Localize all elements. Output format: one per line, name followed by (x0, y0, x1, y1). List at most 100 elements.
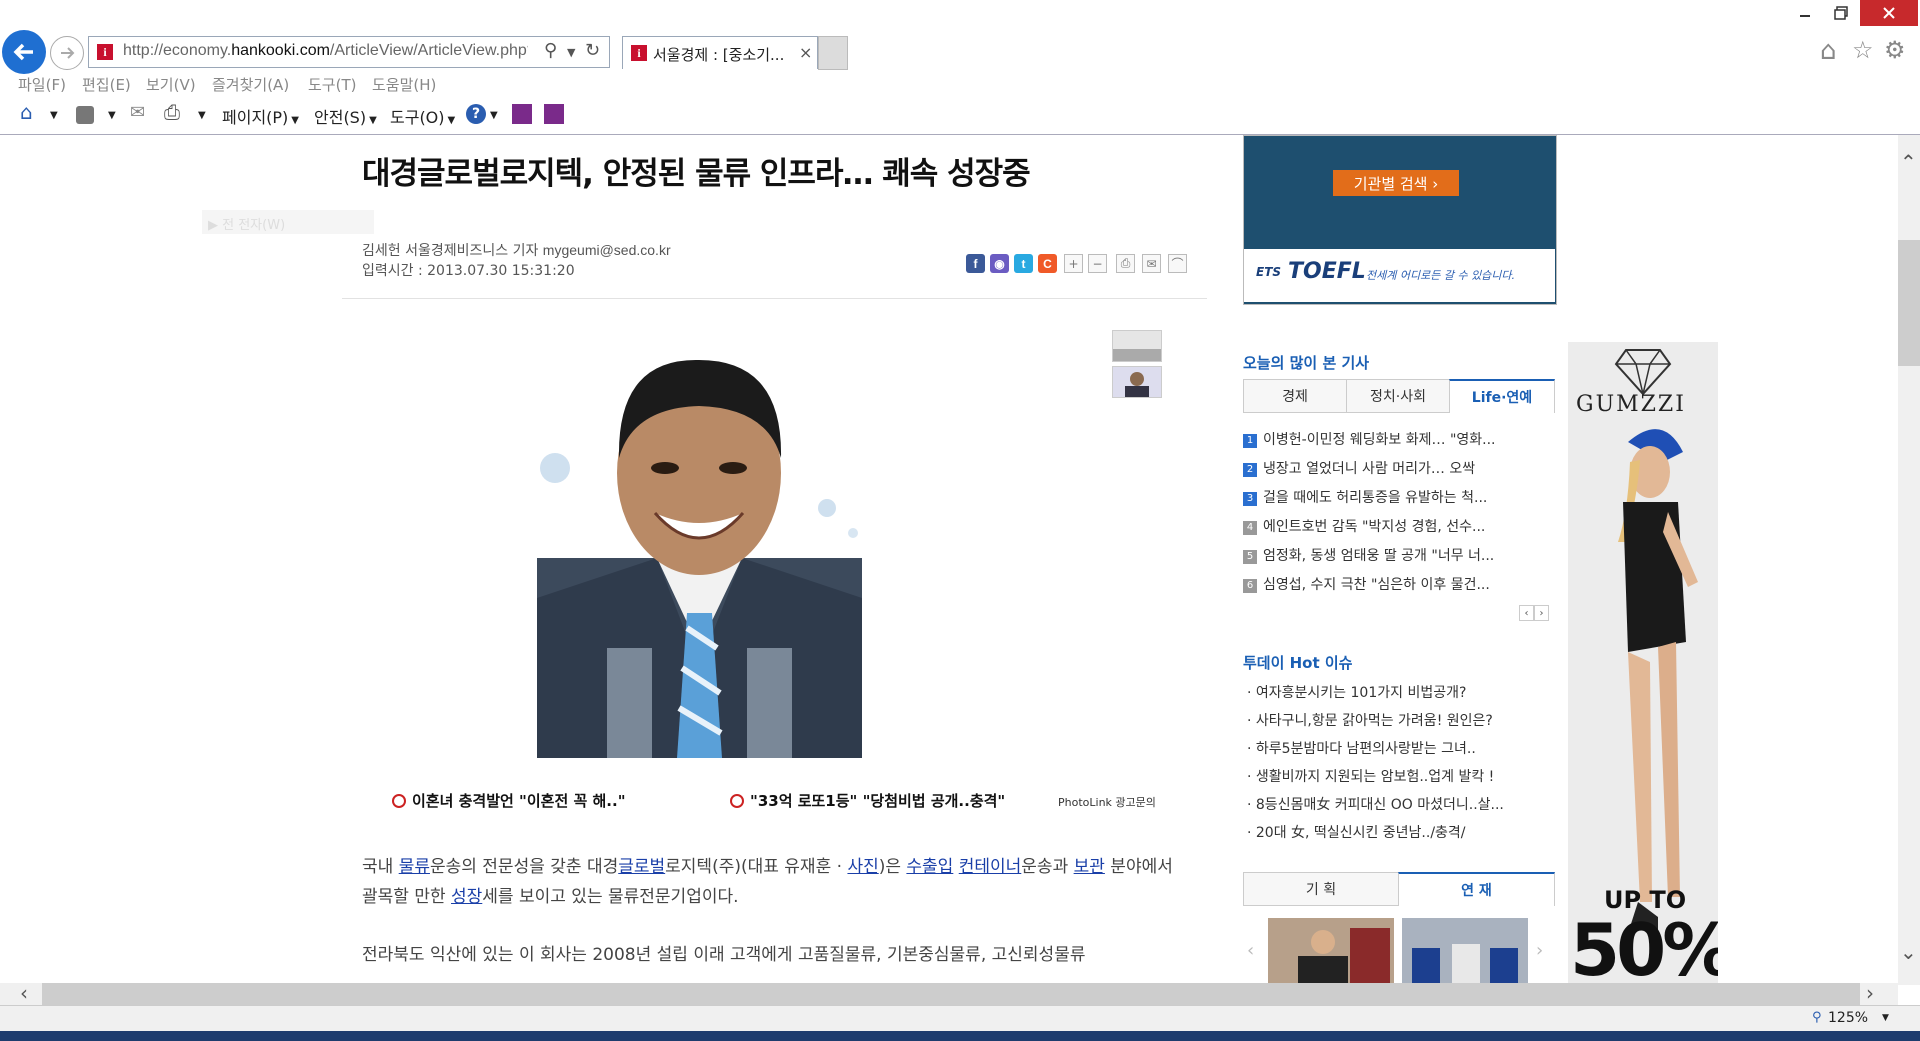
keyword-link-logistics[interactable]: 물류 (399, 857, 430, 877)
toefl-ad[interactable]: ETS TOEFL 전세계 어디로든 갈 수 있습니다. (1244, 249, 1555, 302)
feature-thumbnail-2[interactable] (1402, 918, 1528, 984)
tab-politics[interactable]: 정치·사회 (1346, 379, 1450, 413)
close-button[interactable] (1860, 0, 1918, 26)
tools-menu[interactable]: 도구(O) ▼ (390, 104, 455, 128)
rss-icon[interactable] (76, 106, 94, 124)
print-dropdown-icon[interactable]: ▼ (198, 110, 206, 121)
browser-tab[interactable]: i 서울경제 : [중소기... × (622, 36, 818, 69)
zoom-icon[interactable]: ⚲ (1812, 1010, 1822, 1025)
print-icon[interactable]: ⎙ (164, 100, 180, 124)
scroll-left-icon[interactable]: ‹ (20, 981, 28, 1005)
scrap-icon[interactable]: ⌒ (1168, 254, 1187, 273)
help-dropdown-icon[interactable]: ▼ (490, 110, 498, 121)
author-email[interactable]: mygeumi@sed.co.kr (543, 242, 671, 258)
tab-close-icon[interactable]: × (799, 43, 812, 62)
tab-economy[interactable]: 경제 (1243, 379, 1347, 413)
rss-dropdown-icon[interactable]: ▼ (108, 110, 116, 121)
scroll-up-icon[interactable]: ⌃ (1900, 150, 1917, 174)
hot-issue-item[interactable]: · 20대 女, 떡실신시킨 중년남../충격/ (1247, 822, 1466, 842)
rank-item[interactable]: 1 이병헌-이민정 웨딩화보 화제… "영화... (1243, 429, 1496, 449)
safety-menu[interactable]: 안전(S) ▼ (314, 104, 377, 128)
onenote-icon[interactable] (512, 104, 532, 124)
forward-button[interactable] (50, 36, 84, 70)
home-cmd-icon[interactable]: ⌂ (20, 100, 33, 124)
menu-tools[interactable]: 도구(T) (308, 74, 356, 95)
keyword-link-storage[interactable]: 보관 (1074, 857, 1105, 877)
page-menu[interactable]: 페이지(P) ▼ (222, 104, 299, 128)
rank-item[interactable]: 5 엄정화, 동생 엄태웅 딸 공개 "너무 너... (1243, 545, 1494, 565)
back-button[interactable] (2, 30, 46, 74)
twitter-icon[interactable]: t (1014, 254, 1033, 273)
favorites-star-icon[interactable]: ☆ (1852, 36, 1874, 64)
search-icon[interactable]: ⚲ (544, 40, 557, 61)
carousel-prev-icon[interactable]: ‹ (1247, 940, 1254, 961)
address-url[interactable]: http://economy.hankooki.com/ArticleView/… (123, 42, 528, 60)
menu-bar: 파일(F) 편집(E) 보기(V) 즐겨찾기(A) 도구(T) 도움말(H) (0, 70, 1920, 98)
gumzzi-ad[interactable]: GUMZZI UP TO 50% (1568, 342, 1718, 985)
photo-thumbnail-1[interactable] (1112, 330, 1162, 362)
menu-view[interactable]: 보기(V) (146, 74, 196, 95)
ad-link-1[interactable]: 이혼녀 충격발언 "이혼전 꼭 해.." (392, 790, 626, 811)
ad-link-2[interactable]: "33억 로또1등" "당첨비법 공개..충격" (730, 790, 1005, 811)
article-byline: 김세헌 서울경제비즈니스 기자 mygeumi@sed.co.kr 입력시간 :… (362, 240, 671, 281)
home-icon[interactable]: ⌂ (1820, 36, 1837, 66)
article-title: 대경글로벌로지텍, 안정된 물류 인프라… 쾌속 성장중 (362, 156, 1031, 192)
help-icon[interactable]: ? (466, 104, 486, 124)
rank-item[interactable]: 6 심영섭, 수지 극찬 "심은하 이후 물건... (1243, 574, 1490, 594)
rank-item[interactable]: 4 에인트호번 감독 "박지성 경험, 선수... (1243, 516, 1485, 536)
horizontal-scroll-thumb[interactable] (42, 983, 1860, 1005)
keyword-link-photo[interactable]: 사진 (847, 857, 878, 877)
carousel-next-icon[interactable]: › (1536, 940, 1543, 961)
email-article-icon[interactable]: ✉ (1142, 254, 1161, 273)
vertical-scroll-thumb[interactable] (1898, 240, 1920, 366)
photolink-ad-label[interactable]: PhotoLink 광고문의 (1058, 794, 1156, 810)
restore-button[interactable] (1824, 0, 1858, 26)
address-bar[interactable]: i http://economy.hankooki.com/ArticleVie… (88, 36, 610, 68)
home-dropdown-icon[interactable]: ▼ (50, 110, 58, 121)
hot-issue-item[interactable]: · 하루5분밤마다 남편의사랑받는 그녀.. (1247, 738, 1476, 758)
new-tab-button[interactable] (818, 36, 848, 70)
zoom-dropdown-icon[interactable]: ▼ (1882, 1013, 1889, 1023)
tab-planning[interactable]: 기 획 (1243, 872, 1399, 906)
menu-help[interactable]: 도움말(H) (372, 74, 436, 95)
dropdown-icon[interactable]: ▼ (567, 46, 575, 59)
hot-issue-title: 투데이 Hot 이슈 (1243, 654, 1353, 672)
hot-issue-item[interactable]: · 8등신몸매女 커피대신 OO 마셨더니..살... (1247, 794, 1504, 814)
mypeople-icon[interactable]: ◉ (990, 254, 1009, 273)
feature-thumbnail-1[interactable] (1268, 918, 1394, 984)
onenote-linked-icon[interactable] (544, 104, 564, 124)
gear-icon[interactable]: ⚙ (1884, 36, 1906, 64)
cyworld-icon[interactable]: C (1038, 254, 1057, 273)
font-increase-icon[interactable]: + (1064, 254, 1083, 273)
institution-search-button[interactable]: 기관별 검색 › (1333, 170, 1459, 196)
keyword-link-growth[interactable]: 성장 (451, 887, 482, 907)
mail-icon[interactable]: ✉ (130, 102, 145, 123)
menu-favorites[interactable]: 즐겨찾기(A) (212, 74, 289, 95)
facebook-icon[interactable]: f (966, 254, 985, 273)
page-menu-label: 페이지(P) (222, 108, 289, 127)
text: 국내 (362, 857, 399, 877)
hot-issue-item[interactable]: · 생활비까지 지원되는 암보험..업계 발칵 ! (1247, 766, 1494, 786)
keyword-link-global[interactable]: 글로벌 (618, 857, 665, 877)
minimize-button[interactable] (1788, 0, 1822, 26)
scroll-right-icon[interactable]: › (1866, 981, 1874, 1005)
tab-series[interactable]: 연 재 (1398, 872, 1555, 906)
hot-issue-item[interactable]: · 사타구니,항문 갉아먹는 가려움! 원인은? (1247, 710, 1493, 730)
menu-file[interactable]: 파일(F) (18, 74, 66, 95)
scroll-down-icon[interactable]: ⌄ (1900, 940, 1917, 964)
tab-life[interactable]: Life·연예 (1449, 379, 1555, 413)
hot-issue-item[interactable]: · 여자흥분시키는 101가지 비법공개? (1247, 682, 1466, 702)
zoom-level[interactable]: 125% (1828, 1010, 1868, 1026)
refresh-icon[interactable]: ↻ (585, 40, 600, 61)
photo-thumbnail-2[interactable] (1112, 366, 1162, 398)
rank-item[interactable]: 2 냉장고 열었더니 사람 머리가… 오싹 (1243, 458, 1475, 478)
keyword-link-container[interactable]: 컨테이너 (959, 857, 1022, 877)
prev-page-icon[interactable]: ‹ (1519, 605, 1534, 621)
print-article-icon[interactable]: ⎙ (1116, 254, 1135, 273)
rank-item[interactable]: 3 걸을 때에도 허리통증을 유발하는 척... (1243, 487, 1487, 507)
font-decrease-icon[interactable]: − (1088, 254, 1107, 273)
menu-edit[interactable]: 편집(E) (82, 74, 131, 95)
keyword-link-import-export[interactable]: 수출입 (906, 857, 953, 877)
page-nav-button[interactable]: ▶ 전 전자(W) (202, 210, 374, 234)
next-page-icon[interactable]: › (1534, 605, 1549, 621)
